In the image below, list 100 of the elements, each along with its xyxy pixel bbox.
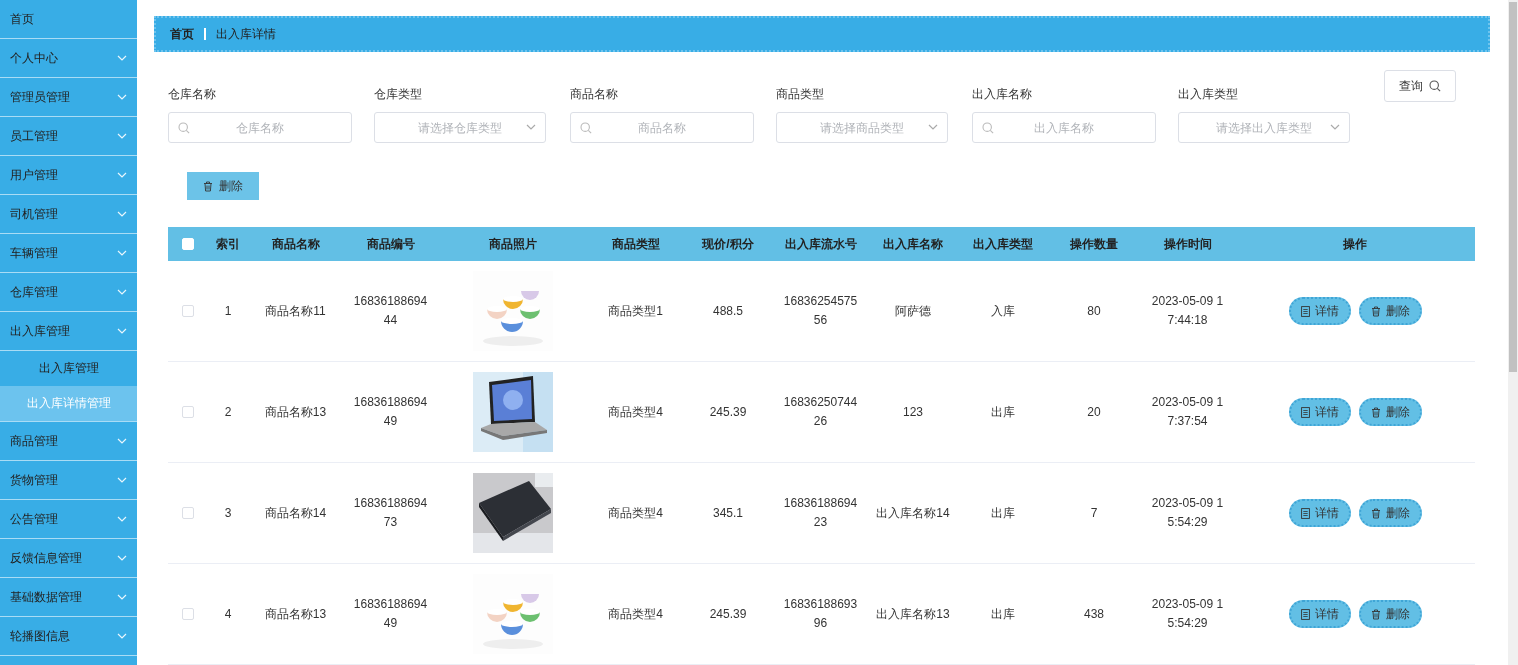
delete-button[interactable]: 删除 [1358, 398, 1422, 426]
table-cell-text: 商品名称11 [264, 302, 327, 320]
chevron-down-icon [117, 555, 127, 561]
column-header: 出入库名称 [882, 235, 944, 253]
table-cell-text: 出库 [990, 605, 1016, 623]
column-header: 商品类型 [610, 235, 661, 253]
chevron-down-icon [928, 124, 938, 130]
chevron-down-icon [117, 516, 127, 522]
table-cell-text: 商品类型4 [607, 605, 664, 623]
chevron-down-icon [1330, 124, 1340, 130]
chevron-down-icon [117, 133, 127, 139]
chevron-down-icon [117, 477, 127, 483]
column-header: 操作数量 [1069, 235, 1119, 253]
table-cell-text: 2023-05-09 17:37:54 [1151, 394, 1224, 430]
column-header: 出入库类型 [972, 235, 1034, 253]
breadcrumb-link[interactable]: 首页 [170, 25, 194, 43]
column-header: 出入库流水号 [783, 235, 858, 253]
chevron-down-icon [117, 172, 127, 178]
table-cell-text: 商品名称13 [263, 403, 328, 421]
table-cell-text: 123 [902, 405, 924, 419]
table-cell-text: 7 [1089, 506, 1099, 520]
chevron-down-icon [117, 250, 127, 256]
table-cell-text: 1683618869449 [353, 394, 428, 430]
chevron-down-icon [117, 211, 127, 217]
table-cell-text: 阿萨德 [894, 302, 932, 320]
chevron-down-icon [117, 55, 127, 61]
table-cell-text: 2 [223, 405, 233, 419]
filter-label: 出入库名称 [972, 86, 1033, 103]
delete-button[interactable]: 删除 [1358, 297, 1422, 325]
search-field[interactable]: 仓库名称 [168, 112, 352, 143]
table-cell-text: 1683618869444 [353, 293, 428, 329]
document-icon [1300, 507, 1310, 519]
search-field[interactable]: 出入库名称 [972, 112, 1156, 143]
table-cell-text: 出库 [990, 504, 1016, 522]
delete-button[interactable]: 删除 [1358, 499, 1422, 527]
details-button[interactable]: 详情 [1288, 499, 1351, 527]
document-icon [1300, 305, 1310, 317]
search-icon [580, 122, 592, 134]
details-button[interactable]: 详情 [1288, 297, 1351, 325]
table-cell-text: 1683618869396 [783, 596, 858, 632]
select-field[interactable]: 请选择出入库类型 [1178, 112, 1350, 143]
filter-label: 商品类型 [776, 86, 825, 103]
row-checkbox[interactable] [182, 608, 194, 620]
scrollbar[interactable] [1508, 0, 1518, 665]
table-cell-text: 2023-05-09 15:54:29 [1151, 596, 1224, 632]
sidebar-subitem[interactable]: 出入库管理 [0, 351, 137, 386]
table-cell-text: 商品类型1 [607, 302, 664, 320]
column-header: 索引 [215, 235, 241, 253]
column-header: 商品编号 [365, 235, 416, 253]
select-all-checkbox[interactable] [182, 238, 194, 250]
table-cell-text: 出入库名称14 [875, 504, 951, 522]
details-button[interactable]: 详情 [1288, 398, 1351, 426]
details-button[interactable]: 详情 [1288, 600, 1351, 628]
table-cell-text: 1 [223, 304, 233, 318]
table-cell-text: 商品类型4 [607, 403, 664, 421]
chevron-down-icon [117, 594, 127, 600]
chevron-down-icon [117, 633, 127, 639]
table-cell-text: 商品类型4 [607, 504, 664, 522]
table-cell-text: 出入库名称13 [875, 605, 951, 623]
row-checkbox[interactable] [182, 507, 194, 519]
trash-icon [1370, 507, 1381, 519]
delete-button[interactable]: 删除 [187, 172, 259, 200]
filter-label: 商品名称 [570, 86, 619, 103]
table-cell-text: 1683625457556 [783, 293, 858, 329]
column-header: 商品照片 [488, 235, 538, 253]
chevron-down-icon [526, 124, 536, 130]
chevron-down-icon [117, 289, 127, 295]
table-cell-text: 入库 [990, 302, 1016, 320]
table-cell-text: 1683625074426 [783, 394, 858, 430]
table-cell-text: 1683618869473 [353, 495, 428, 531]
search-button[interactable]: 查询 [1384, 70, 1456, 102]
table-cell-text: 488.5 [712, 304, 744, 318]
table-cell-text: 245.39 [708, 405, 748, 419]
document-icon [1300, 608, 1310, 620]
search-field[interactable]: 商品名称 [570, 112, 754, 143]
trash-icon [1370, 305, 1381, 317]
chevron-down-icon [117, 328, 127, 334]
table-cell-text: 出库 [990, 403, 1016, 421]
table-cell-text: 438 [1083, 607, 1105, 621]
trash-icon [203, 180, 213, 192]
table-cell-text: 20 [1086, 405, 1102, 419]
table-cell-text: 2023-05-09 17:44:18 [1151, 293, 1224, 329]
select-field[interactable]: 请选择仓库类型 [374, 112, 546, 143]
delete-button[interactable]: 删除 [1358, 600, 1422, 628]
table-cell-text: 1683618869449 [353, 596, 428, 632]
filter-label: 仓库名称 [168, 86, 217, 103]
row-checkbox[interactable] [182, 406, 194, 418]
table-cell-text: 345.1 [712, 506, 744, 520]
column-header: 商品名称 [270, 235, 321, 253]
table-cell-text: 2023-05-09 15:54:29 [1151, 495, 1224, 531]
filter-label: 出入库类型 [1178, 86, 1239, 103]
column-header: 操作时间 [1162, 235, 1213, 253]
trash-icon [1370, 608, 1381, 620]
select-field[interactable]: 请选择商品类型 [776, 112, 948, 143]
table-cell-text: 245.39 [708, 607, 748, 621]
search-icon [1429, 80, 1441, 92]
table-cell-text: 80 [1086, 304, 1102, 318]
row-checkbox[interactable] [182, 305, 194, 317]
filter-label: 仓库类型 [374, 86, 423, 103]
search-icon [178, 122, 190, 134]
